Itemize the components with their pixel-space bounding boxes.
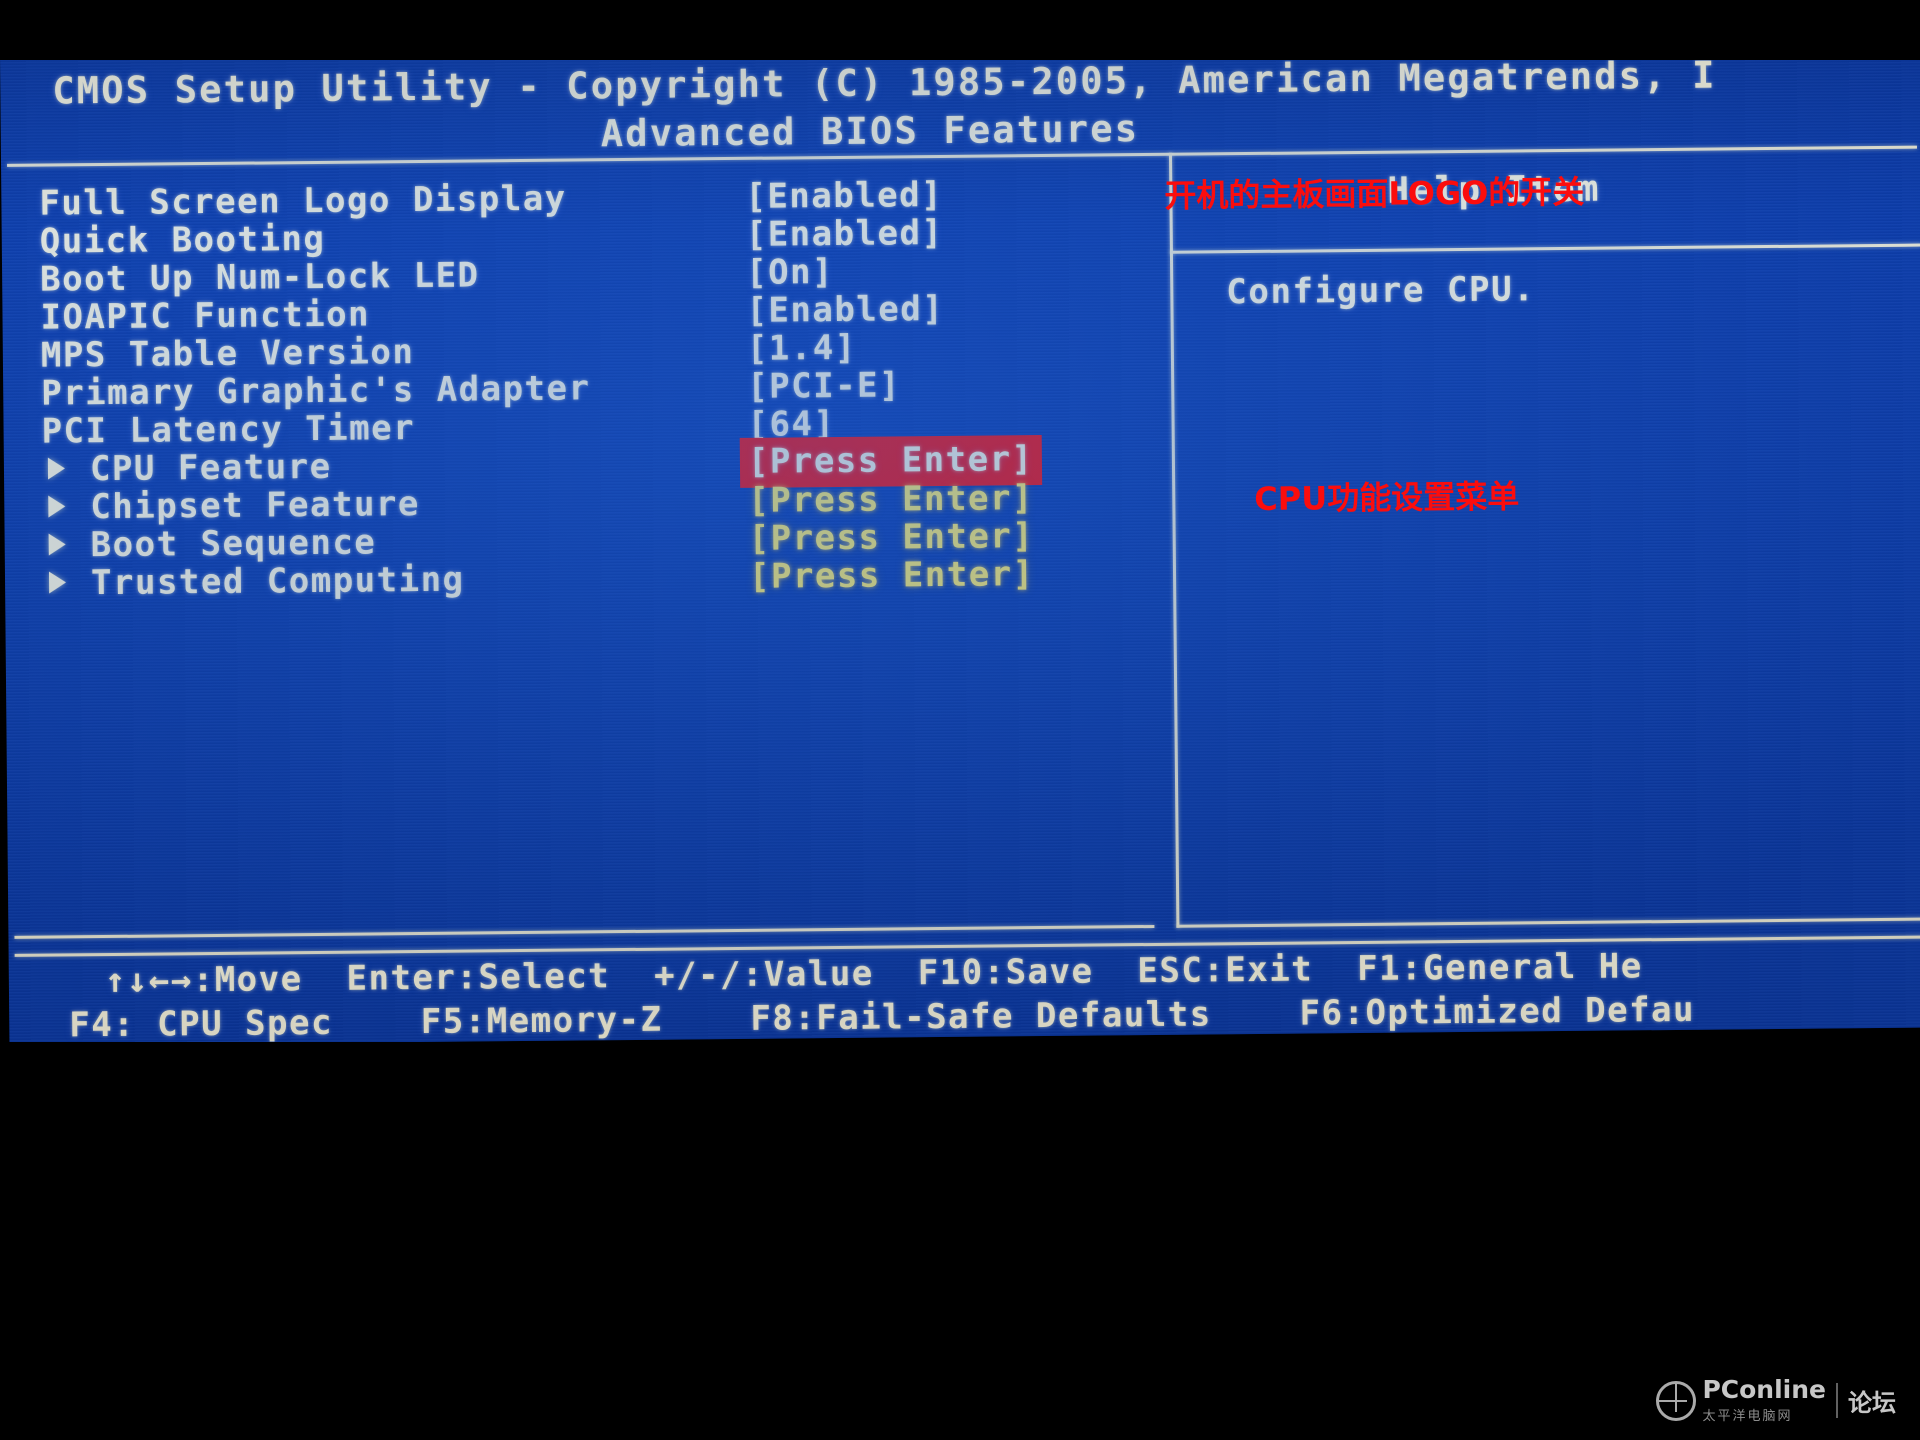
setting-label: Boot Up Num-Lock LED bbox=[39, 255, 480, 300]
bios-page-title: Advanced BIOS Features bbox=[600, 107, 1140, 156]
setting-label: Boot Sequence bbox=[90, 522, 377, 566]
setting-label: MPS Table Version bbox=[40, 332, 415, 376]
monitor-bezel-top bbox=[0, 0, 1920, 60]
globe-icon bbox=[1656, 1380, 1697, 1421]
setting-label: IOAPIC Function bbox=[40, 294, 371, 338]
setting-value[interactable]: [1.4] bbox=[747, 328, 857, 369]
divider-list-bottom bbox=[14, 924, 1155, 939]
setting-value[interactable]: [Press Enter] bbox=[748, 478, 1034, 521]
watermark-brand: PConline bbox=[1702, 1375, 1826, 1404]
help-panel-body: Configure CPU. bbox=[1226, 269, 1536, 313]
divider-help-header bbox=[1169, 243, 1920, 254]
annotation-logo-switch: 开机的主板画面LOGO的开关 bbox=[1164, 172, 1585, 215]
setting-value[interactable]: [Press Enter] bbox=[748, 516, 1034, 559]
setting-value[interactable]: [Enabled] bbox=[746, 213, 944, 255]
submenu-arrow-icon bbox=[47, 457, 66, 480]
annotation-cpu-menu: CPU功能设置菜单 bbox=[1254, 477, 1520, 518]
watermark-brand-sub: 太平洋电脑网 bbox=[1702, 1409, 1793, 1424]
settings-list: Full Screen Logo Display [Enabled] Quick B… bbox=[1, 173, 1173, 604]
watermark-forum: 论坛 bbox=[1836, 1383, 1896, 1418]
setting-value[interactable]: [Press Enter] bbox=[749, 554, 1035, 597]
setting-value[interactable]: [Enabled] bbox=[746, 289, 944, 331]
setting-label: PCI Latency Timer bbox=[41, 408, 416, 452]
setting-label: Quick Booting bbox=[39, 218, 326, 262]
setting-label: CPU Feature bbox=[89, 446, 332, 490]
watermark: PConline 太平洋电脑网 论坛 bbox=[1656, 1377, 1896, 1424]
photographed-monitor: CMOS Setup Utility - Copyright (C) 1985-… bbox=[0, 0, 1920, 1440]
submenu-arrow-icon bbox=[48, 495, 66, 518]
submenu-arrow-icon bbox=[48, 571, 67, 594]
setting-label: Chipset Feature bbox=[90, 483, 421, 528]
setting-value[interactable]: [PCI-E] bbox=[747, 365, 901, 406]
divider-help-bottom bbox=[1176, 917, 1920, 928]
setting-value[interactable]: [Enabled] bbox=[745, 175, 943, 217]
monitor-bezel-bottom bbox=[0, 1042, 1920, 1440]
bios-setup-screen: CMOS Setup Utility - Copyright (C) 1985-… bbox=[0, 37, 1920, 1046]
watermark-logo: PConline 太平洋电脑网 bbox=[1656, 1377, 1826, 1424]
setting-label: Trusted Computing bbox=[90, 559, 465, 604]
bios-title: CMOS Setup Utility - Copyright (C) 1985-… bbox=[52, 53, 1717, 113]
setting-value[interactable]: [On] bbox=[746, 252, 834, 293]
submenu-arrow-icon bbox=[48, 533, 66, 556]
